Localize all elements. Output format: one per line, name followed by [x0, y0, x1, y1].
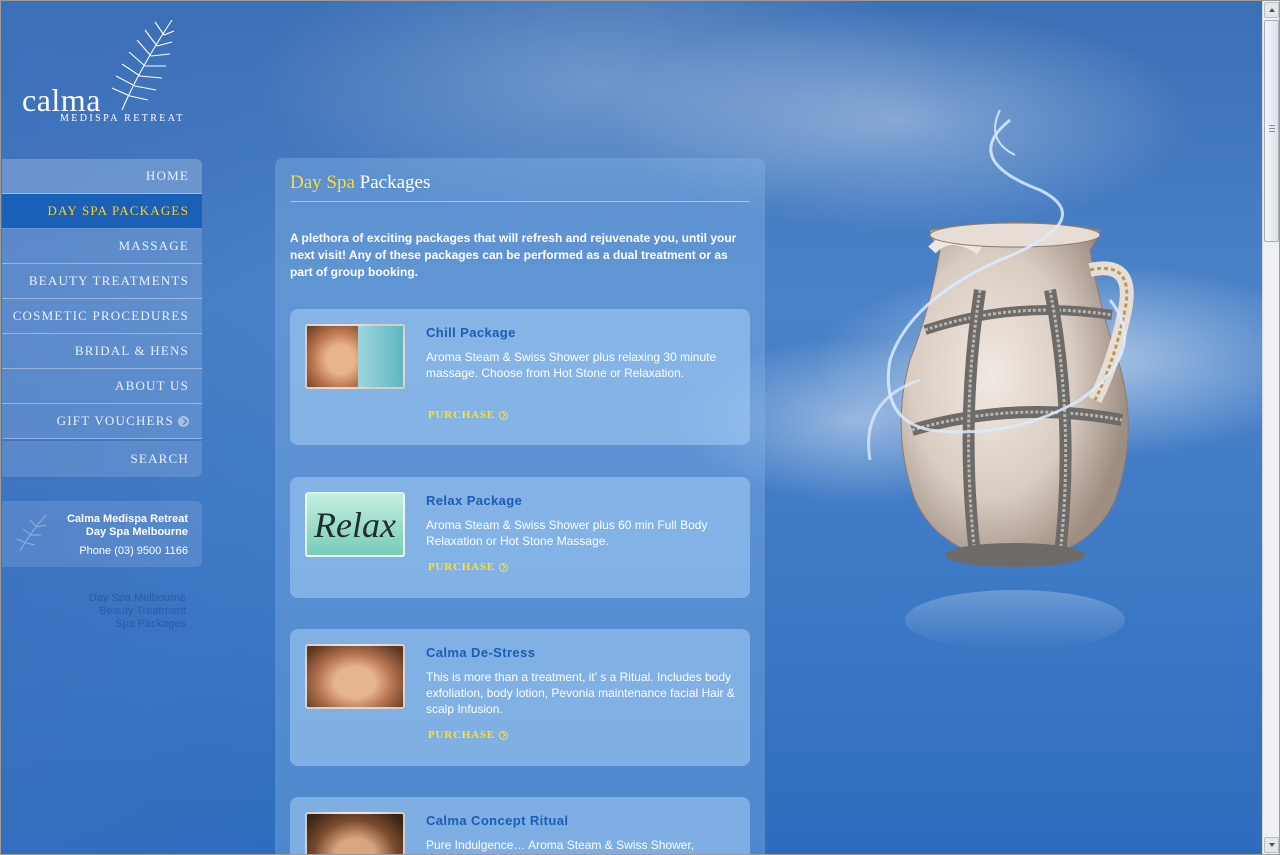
package-description: Pure Indulgence… Aroma Steam & Swiss Sho…	[426, 838, 695, 852]
package-title[interactable]: Calma Concept Ritual	[426, 813, 568, 828]
fern-leaf-icon	[16, 514, 47, 552]
scrollbar-thumb[interactable]	[1264, 20, 1279, 242]
package-title[interactable]: Relax Package	[426, 493, 522, 508]
package-description: This is more than a treatment, it’ s a R…	[426, 670, 735, 716]
nav-item-label: GIFT VOUCHERS	[56, 413, 174, 428]
package-card: Relax Relax Package Aroma Steam & Swiss …	[290, 477, 750, 598]
page-title-rest: Packages	[359, 172, 431, 193]
nav-item-label: MASSAGE	[118, 238, 189, 253]
link-spa-packages[interactable]: Spa Packages	[0, 618, 186, 631]
logo-subtitle: MEDISPA RETREAT	[60, 113, 185, 124]
nav-item-label: ABOUT US	[114, 378, 189, 393]
thumbnail-text: Relax	[314, 504, 396, 545]
intro-text: A plethora of exciting packages that wil…	[290, 231, 737, 279]
nav-item-bridal-hens[interactable]: BRIDAL & HENS	[2, 334, 202, 369]
nav-item-about-us[interactable]: ABOUT US	[2, 369, 202, 404]
package-thumbnail[interactable]	[305, 644, 405, 709]
purchase-button[interactable]: PURCHASE	[428, 409, 508, 421]
package-description: Aroma Steam & Swiss Shower plus 60 min F…	[426, 518, 708, 548]
scroll-up-arrow-icon[interactable]	[1264, 2, 1279, 18]
nav-item-search[interactable]: SEARCH	[2, 441, 202, 477]
vertical-scrollbar[interactable]	[1262, 1, 1279, 854]
arrow-right-icon	[498, 730, 508, 740]
link-beauty-treatment[interactable]: Beauty Treatment	[0, 605, 186, 618]
nav-item-beauty-treatments[interactable]: BEAUTY TREATMENTS	[2, 264, 202, 299]
package-thumbnail[interactable]	[305, 324, 405, 389]
package-card: Chill Package Aroma Steam & Swiss Shower…	[290, 309, 750, 445]
package-thumbnail[interactable]: Relax	[305, 492, 405, 557]
purchase-button[interactable]: PURCHASE	[428, 561, 508, 573]
package-card: Calma De-Stress This is more than a trea…	[290, 629, 750, 766]
nav-item-label: BEAUTY TREATMENTS	[28, 273, 189, 288]
nav-item-day-spa-packages[interactable]: DAY SPA PACKAGES	[2, 194, 202, 229]
calma-logo[interactable]: calma MEDISPA RETREAT	[22, 18, 212, 128]
arrow-right-icon	[178, 415, 189, 427]
fern-leaf-icon	[111, 19, 175, 111]
nav-item-cosmetic-procedures[interactable]: COSMETIC PROCEDURES	[2, 299, 202, 334]
content-panel: Day Spa Packages A plethora of exciting …	[275, 158, 765, 855]
nav-item-label: HOME	[145, 168, 189, 183]
package-title[interactable]: Calma De-Stress	[426, 645, 535, 660]
arrow-right-icon	[498, 562, 508, 572]
purchase-label: PURCHASE	[428, 409, 495, 421]
link-day-spa-melbourne[interactable]: Day Spa Melbourne	[0, 592, 186, 605]
purchase-label: PURCHASE	[428, 561, 495, 573]
package-thumbnail[interactable]	[305, 812, 405, 855]
contact-box: Calma Medispa Retreat Day Spa Melbourne …	[2, 501, 202, 567]
nav-item-label: BRIDAL & HENS	[74, 343, 189, 358]
nav-item-label: DAY SPA PACKAGES	[47, 203, 189, 218]
nav-item-massage[interactable]: MASSAGE	[2, 229, 202, 264]
package-description: Aroma Steam & Swiss Shower plus relaxing…	[426, 350, 717, 380]
arrow-right-icon	[498, 410, 508, 420]
nav-item-label: SEARCH	[130, 451, 189, 466]
page-title-highlight: Day Spa	[290, 172, 355, 193]
purchase-label: PURCHASE	[428, 729, 495, 741]
scroll-down-arrow-icon[interactable]	[1264, 837, 1279, 853]
package-title[interactable]: Chill Package	[426, 325, 516, 340]
nav-item-home[interactable]: HOME	[2, 159, 202, 194]
sidebar-links: Day Spa Melbourne Beauty Treatment Spa P…	[0, 592, 186, 631]
purchase-button[interactable]: PURCHASE	[428, 729, 508, 741]
package-card: Calma Concept Ritual Pure Indulgence… Ar…	[290, 797, 750, 855]
decorative-jug-illustration	[867, 109, 1134, 650]
nav-item-label: COSMETIC PROCEDURES	[12, 308, 189, 323]
nav-item-gift-vouchers[interactable]: GIFT VOUCHERS	[2, 404, 202, 439]
page-title: Day Spa Packages	[290, 172, 750, 202]
main-nav: HOME DAY SPA PACKAGES MASSAGE BEAUTY TRE…	[2, 159, 202, 477]
